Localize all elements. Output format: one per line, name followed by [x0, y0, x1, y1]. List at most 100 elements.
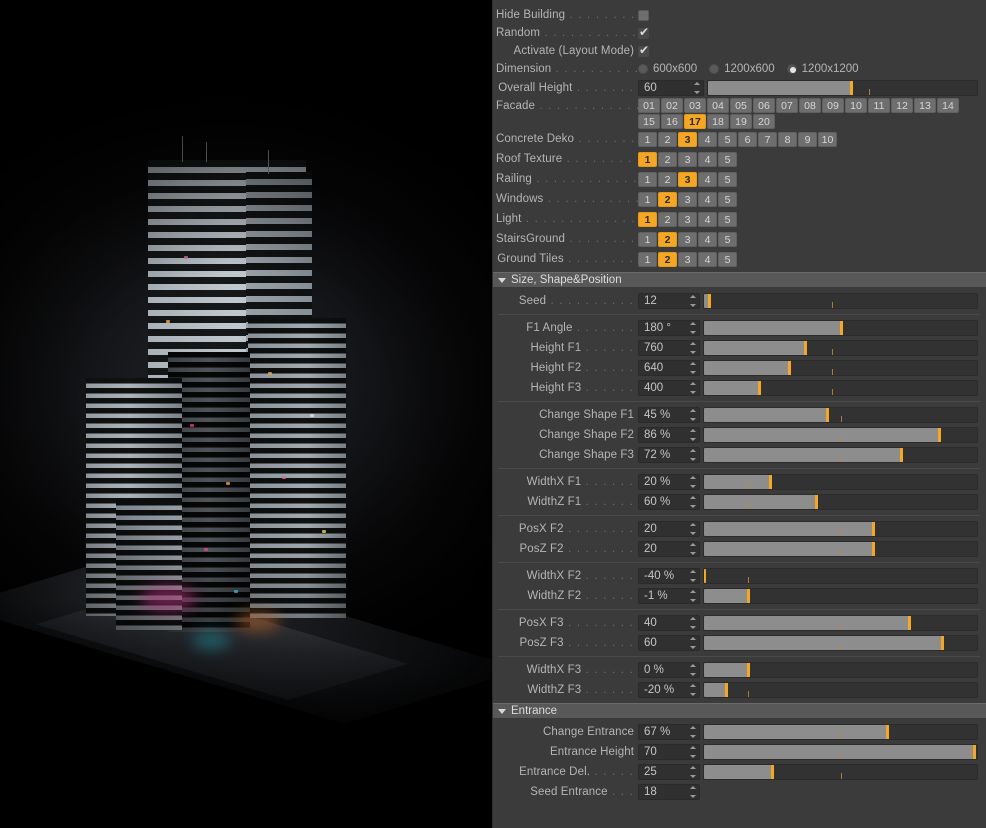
- concrete-deko-button-5[interactable]: 5: [718, 131, 737, 147]
- widthx-f1-value-field[interactable]: 20 %: [638, 474, 700, 490]
- ground-tiles-button-2[interactable]: 2: [658, 251, 677, 267]
- change-shape-f2-spinner-icon[interactable]: [689, 429, 696, 441]
- facade-button-13[interactable]: 13: [914, 98, 936, 113]
- change-entrance-value-field[interactable]: 67 %: [638, 724, 700, 740]
- light-button-4[interactable]: 4: [698, 211, 717, 227]
- widthx-f1-spinner-icon[interactable]: [689, 476, 696, 488]
- concrete-deko-button-9[interactable]: 9: [798, 131, 817, 147]
- entrance-del-slider[interactable]: [703, 764, 978, 780]
- height-f3-spinner-icon[interactable]: [689, 382, 696, 394]
- change-shape-f1-spinner-icon[interactable]: [689, 409, 696, 421]
- entrance-height-slider-handle[interactable]: [973, 745, 977, 759]
- change-shape-f2-slider-handle[interactable]: [937, 428, 941, 442]
- concrete-deko-button-7[interactable]: 7: [758, 131, 777, 147]
- roof-texture-button-2[interactable]: 2: [658, 151, 677, 167]
- facade-button-05[interactable]: 05: [730, 98, 752, 113]
- seed-value-field[interactable]: 12: [638, 293, 700, 309]
- height-f1-slider[interactable]: [703, 340, 978, 356]
- facade-button-20[interactable]: 20: [753, 114, 775, 129]
- posz-f3-slider[interactable]: [703, 635, 978, 651]
- concrete-deko-button-3[interactable]: 3: [678, 131, 697, 147]
- group-size-shape-position-collapse-triangle-icon[interactable]: [498, 277, 506, 283]
- widthz-f2-slider[interactable]: [703, 588, 978, 604]
- facade-button-14[interactable]: 14: [937, 98, 959, 113]
- light-button-3[interactable]: 3: [678, 211, 697, 227]
- concrete-deko-button-1[interactable]: 1: [638, 131, 657, 147]
- change-shape-f1-slider-handle[interactable]: [825, 408, 829, 422]
- dimension-option-1[interactable]: 1200x600: [709, 63, 775, 75]
- facade-button-09[interactable]: 09: [822, 98, 844, 113]
- height-f1-value-field[interactable]: 760: [638, 340, 700, 356]
- change-shape-f1-value-field[interactable]: 45 %: [638, 407, 700, 423]
- widthz-f1-slider-handle[interactable]: [814, 495, 818, 509]
- height-f1-spinner-icon[interactable]: [689, 342, 696, 354]
- ground-tiles-button-5[interactable]: 5: [718, 251, 737, 267]
- windows-button-4[interactable]: 4: [698, 191, 717, 207]
- facade-button-04[interactable]: 04: [707, 98, 729, 113]
- widthx-f2-spinner-icon[interactable]: [689, 570, 696, 582]
- widthx-f2-slider[interactable]: [703, 568, 978, 584]
- concrete-deko-button-2[interactable]: 2: [658, 131, 677, 147]
- random-checkbox[interactable]: [638, 25, 649, 39]
- entrance-del-slider-handle[interactable]: [771, 765, 775, 779]
- overall-height-slider[interactable]: [707, 80, 978, 96]
- f1-angle-value-field[interactable]: 180 °: [638, 320, 700, 336]
- stairsground-button-1[interactable]: 1: [638, 231, 657, 247]
- seed-slider[interactable]: [703, 293, 978, 309]
- widthz-f2-value-field[interactable]: -1 %: [638, 588, 700, 604]
- overall-height-slider-handle[interactable]: [849, 81, 853, 95]
- height-f1-slider-handle[interactable]: [804, 341, 807, 355]
- posx-f2-spinner-icon[interactable]: [689, 523, 696, 535]
- light-button-1[interactable]: 1: [638, 211, 657, 227]
- change-shape-f2-slider[interactable]: [703, 427, 978, 443]
- stairsground-button-4[interactable]: 4: [698, 231, 717, 247]
- overall-height-value-field[interactable]: 60: [638, 80, 704, 96]
- widthz-f3-spinner-icon[interactable]: [689, 684, 696, 696]
- seed-slider-handle[interactable]: [708, 294, 712, 308]
- change-shape-f3-spinner-icon[interactable]: [689, 449, 696, 461]
- widthx-f1-slider[interactable]: [703, 474, 978, 490]
- change-shape-f1-slider[interactable]: [703, 407, 978, 423]
- roof-texture-button-3[interactable]: 3: [678, 151, 697, 167]
- posx-f2-slider[interactable]: [703, 521, 978, 537]
- height-f3-slider-handle[interactable]: [757, 381, 761, 395]
- dimension-radio-2[interactable]: [786, 64, 797, 74]
- posz-f3-spinner-icon[interactable]: [689, 637, 696, 649]
- windows-button-2[interactable]: 2: [658, 191, 677, 207]
- facade-button-18[interactable]: 18: [707, 114, 729, 129]
- stairsground-button-2[interactable]: 2: [658, 231, 677, 247]
- entrance-height-value-field[interactable]: 70: [638, 744, 700, 760]
- railing-button-3[interactable]: 3: [678, 171, 697, 187]
- facade-button-12[interactable]: 12: [891, 98, 913, 113]
- facade-button-16[interactable]: 16: [661, 114, 683, 129]
- widthz-f2-slider-handle[interactable]: [746, 589, 750, 603]
- facade-button-10[interactable]: 10: [845, 98, 867, 113]
- posz-f2-slider[interactable]: [703, 541, 978, 557]
- posx-f2-value-field[interactable]: 20: [638, 521, 700, 537]
- facade-button-01[interactable]: 01: [638, 98, 660, 113]
- ground-tiles-button-4[interactable]: 4: [698, 251, 717, 267]
- concrete-deko-button-4[interactable]: 4: [698, 131, 717, 147]
- light-button-5[interactable]: 5: [718, 211, 737, 227]
- entrance-height-slider[interactable]: [703, 744, 978, 760]
- posz-f3-value-field[interactable]: 60: [638, 635, 700, 651]
- roof-texture-button-1[interactable]: 1: [638, 151, 657, 167]
- facade-button-03[interactable]: 03: [684, 98, 706, 113]
- dimension-option-0[interactable]: 600x600: [638, 63, 697, 75]
- dimension-radio-1[interactable]: [709, 64, 720, 74]
- concrete-deko-button-8[interactable]: 8: [778, 131, 797, 147]
- dimension-option-2[interactable]: 1200x1200: [786, 63, 859, 75]
- posx-f3-slider[interactable]: [703, 615, 978, 631]
- posx-f2-slider-handle[interactable]: [872, 522, 876, 536]
- windows-button-5[interactable]: 5: [718, 191, 737, 207]
- facade-button-15[interactable]: 15: [638, 114, 660, 129]
- change-shape-f3-value-field[interactable]: 72 %: [638, 447, 700, 463]
- f1-angle-slider[interactable]: [703, 320, 978, 336]
- 3d-render-viewport[interactable]: [0, 0, 492, 828]
- seed-spinner-icon[interactable]: [689, 295, 696, 307]
- facade-button-07[interactable]: 07: [776, 98, 798, 113]
- change-shape-f3-slider[interactable]: [703, 447, 978, 463]
- height-f2-slider[interactable]: [703, 360, 978, 376]
- concrete-deko-button-6[interactable]: 6: [738, 131, 757, 147]
- group-entrance-collapse-triangle-icon[interactable]: [498, 708, 506, 714]
